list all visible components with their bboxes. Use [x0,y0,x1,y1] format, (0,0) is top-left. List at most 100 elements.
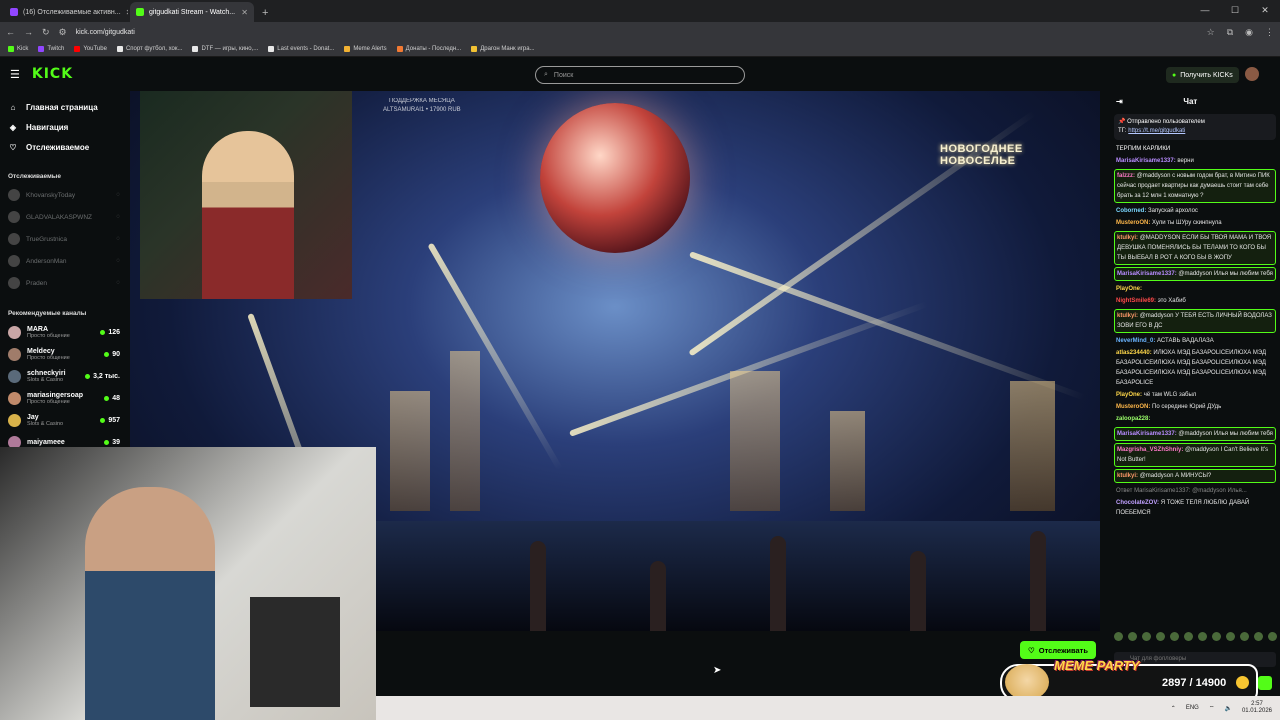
collapse-chat-icon[interactable]: ⇥ [1116,97,1123,106]
emote-icon[interactable] [1156,632,1165,641]
chat-message[interactable]: Coborned: Запускай архолос [1114,205,1276,217]
chat-message[interactable]: MarisaKirisame1337: верни [1114,155,1276,167]
emote-icon[interactable] [1142,632,1151,641]
emote-icon[interactable] [1226,632,1235,641]
nav-following[interactable]: ♡ Отслеживаемое [8,137,128,157]
emote-icon[interactable] [1198,632,1207,641]
search-input[interactable]: ⌕ Поиск [535,66,745,84]
chat-message[interactable]: ktulkyi: @maddyson А МИНУСЫ? [1114,469,1276,483]
recommended-channel[interactable]: Jay Slots & Casino 957 [8,409,128,431]
followed-channel[interactable]: Praden ◌ [8,272,128,294]
network-icon[interactable]: ⌔ [1209,704,1215,712]
bookmark-item[interactable]: Драгон Манк игра... [471,46,535,52]
emote-icon[interactable] [1170,632,1179,641]
chat-message[interactable]: MusteroON: Хули ты ШУру скинпнула [1114,217,1276,229]
bookmark-item[interactable]: Kick [8,46,28,52]
bookmark-item[interactable]: Twitch [38,46,64,52]
chat-message[interactable]: atlas234440: ИЛЮХА МЭД БАЗАРОLICEИЛЮХА М… [1114,347,1276,389]
language-indicator[interactable]: ENG [1186,705,1199,711]
followed-channel[interactable]: TrueGrustnica ◌ [8,228,128,250]
chat-username[interactable]: ktulkyi: [1117,473,1138,479]
clock[interactable]: 2:57 01.01.2026 [1242,701,1272,715]
extensions-icon[interactable]: ⧉ [1227,27,1233,38]
emote-icon[interactable] [1268,632,1277,641]
browser-tab-active[interactable]: gitgudkati Stream - Watch... ✕ [130,2,254,22]
chat-username[interactable]: NeverMind_0: [1116,338,1155,344]
chat-username[interactable]: MusteroON: [1116,220,1150,226]
maximize-icon[interactable]: ☐ [1220,0,1250,22]
telegram-link[interactable]: https://t.me/gitgudkati [1128,128,1185,134]
menu-dots-icon[interactable]: ⋮ [1265,27,1274,38]
close-window-icon[interactable]: ✕ [1250,0,1280,22]
chat-username[interactable]: PlayOne: [1116,392,1142,398]
chat-username[interactable]: ktulkyi: [1117,235,1138,241]
bookmark-item[interactable]: Meme Alerts [344,46,387,52]
chat-username[interactable]: zaloopa228: [1116,416,1150,422]
chat-username[interactable]: falzzz: [1117,173,1135,179]
chat-send-button[interactable] [1258,676,1272,690]
chat-message[interactable]: falzzz: @maddyson с новым годом брат, в … [1114,169,1276,203]
chat-message[interactable]: ChocolateZOV: Я ТОЖЕ ТЕЛЯ ЛЮБЛЮ ДАВАЙ ПО… [1114,497,1276,519]
tray-chevron-icon[interactable]: ⌃ [1171,705,1176,712]
bookmark-star-icon[interactable]: ☆ [1207,27,1215,38]
chat-username[interactable]: PlayOne: [1116,286,1142,292]
reload-icon[interactable]: ↻ [42,27,50,38]
recommended-channel[interactable]: schneckyiri Slots & Casino 3,2 тыс. [8,365,128,387]
chat-message[interactable]: PlayOne: [1114,283,1276,295]
chat-message[interactable]: Ответ MarisaKirisame1337: @maddyson Илья… [1114,485,1276,497]
bookmark-item[interactable]: Last events - Donat... [268,46,334,52]
follow-button[interactable]: ♡ Отслеживать [1020,641,1096,659]
chat-message[interactable]: NightSmile69: это Хабиб [1114,295,1276,307]
chat-username[interactable]: MarisaKirisame1337: [1117,431,1177,437]
followed-channel[interactable]: GLADVALAKASPWNZ ◌ [8,206,128,228]
emote-icon[interactable] [1114,632,1123,641]
minimize-icon[interactable]: — [1190,0,1220,22]
chat-username[interactable]: ChocolateZOV: [1116,500,1159,506]
emote-icon[interactable] [1254,632,1263,641]
chat-username[interactable]: atlas234440: [1116,350,1152,356]
bookmark-item[interactable]: YouTube [74,46,107,52]
kick-logo[interactable]: KICK [32,66,73,82]
chat-message[interactable]: ktulkyi: @maddyson У ТЕБЯ ЕСТЬ ЛИЧНЫЙ ВО… [1114,309,1276,333]
chat-message[interactable]: MarisaKirisame1337: @maddyson Илья мы лю… [1114,427,1276,441]
chat-message[interactable]: ktulkyi: @MADDYSON ЕСЛИ БЫ ТВОЯ МАМА И Т… [1114,231,1276,265]
bookmark-item[interactable]: Спорт футбол, хок... [116,46,182,52]
emote-icon[interactable] [1128,632,1137,641]
close-tab-icon[interactable]: ✕ [241,8,248,17]
recommended-channel[interactable]: mariasingersoap Просто общение 48 [8,387,128,409]
followed-channel[interactable]: KhovanskyToday ◌ [8,184,128,206]
bookmark-item[interactable]: Донаты - Последн... [396,46,461,52]
pinned-message[interactable]: 📌 Отправлено пользователем ТГ: https://t… [1114,114,1276,140]
bookmark-item[interactable]: DTF — игры, кино,... [192,46,258,52]
followed-channel[interactable]: AndersonMan ◌ [8,250,128,272]
chat-username[interactable]: Mazgrisha_VSZhShniy: [1117,447,1183,453]
emote-icon[interactable] [1240,632,1249,641]
chat-username[interactable]: MarisaKirisame1337: [1116,158,1176,164]
new-tab-icon[interactable]: + [262,7,268,19]
recommended-channel[interactable]: Meldecy Просто общение 90 [8,343,128,365]
forward-icon[interactable]: → [24,27,33,37]
recommended-channel[interactable]: MARA Просто общение 126 [8,321,128,343]
hamburger-menu-icon[interactable]: ☰ [10,68,20,81]
nav-browse[interactable]: ◈ Навигация [8,117,128,137]
back-icon[interactable]: ← [6,27,15,37]
chat-message[interactable]: zaloopa228: [1114,413,1276,425]
chat-username[interactable]: ktulkyi: [1117,313,1138,319]
chat-message[interactable]: PlayOne: чё там WLG забыл [1114,389,1276,401]
chat-message[interactable]: NeverMind_0: АСТАВЬ ВАДАЛАЗА [1114,335,1276,347]
profile-icon[interactable]: ◉ [1245,27,1253,38]
close-tab-icon[interactable]: ✕ [126,8,128,17]
chat-message[interactable]: MarisaKirisame1337: @maddyson Илья мы лю… [1114,267,1276,281]
chat-username[interactable]: NightSmile69: [1116,298,1156,304]
site-info-icon[interactable]: ⚙ [59,27,67,38]
url-field[interactable]: kick.com/gitgudkati [76,29,1198,36]
nav-home[interactable]: ⌂ Главная страница [8,97,128,117]
emote-icon[interactable] [1212,632,1221,641]
get-kicks-button[interactable]: ● Получить KICKs [1166,67,1239,83]
chat-username[interactable]: MarisaKirisame1337: [1117,271,1177,277]
chat-message[interactable]: ТЕРПИМ КАРЛИКИ [1114,143,1276,155]
volume-icon[interactable]: 🔈 [1224,705,1231,712]
user-avatar[interactable] [1245,67,1259,81]
browser-tab[interactable]: (16) Отслеживаемые активн... ✕ [4,2,128,22]
chat-username[interactable]: Coborned: [1116,208,1146,214]
